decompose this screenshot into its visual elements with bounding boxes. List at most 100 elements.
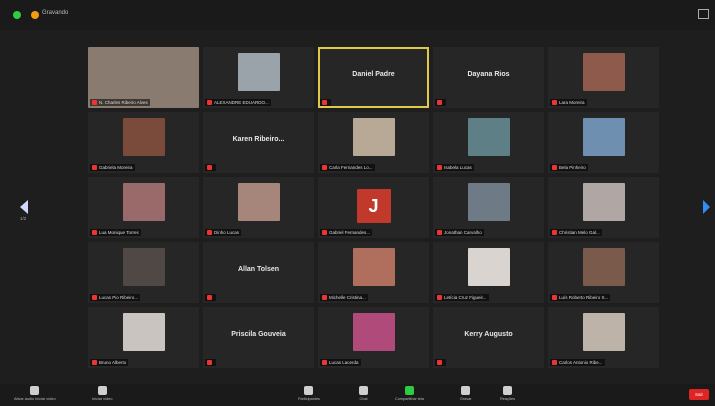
chat-button[interactable]: Chat [359,386,368,401]
participant-tile[interactable]: Dayana Rios [433,47,544,108]
participant-tile[interactable]: Michelle Cristina... [318,242,429,303]
participant-name-label [205,164,216,171]
participant-video [582,183,625,221]
mic-muted-icon [322,165,327,170]
participant-tile[interactable]: ALEXANDRE EDUARDO... [203,47,314,108]
participant-tile[interactable]: Gabriela Moreira [88,112,199,173]
participant-tile[interactable]: Carla Fernandes Lo... [318,112,429,173]
participant-grid: N. Charles Ribeiro Alves ALEXANDRE EDUARD… [88,47,659,368]
mic-muted-icon [207,360,212,365]
participant-tile[interactable]: Kerry Augusto [433,307,544,368]
participant-name-label: Bela Pinheiro [550,164,588,171]
participant-name-label: ALEXANDRE EDUARDO... [205,99,271,106]
mic-muted-icon [552,100,557,105]
participant-name-label: Lara Moreira [550,99,587,106]
participant-tile[interactable]: Lucas Pio Ribeiro... [88,242,199,303]
participant-tile[interactable]: Dinho Lucas [203,177,314,238]
participant-video [122,118,165,156]
participant-video [582,118,625,156]
participant-name: Lua Monique Torres [99,230,139,235]
next-page-button[interactable] [703,200,715,222]
reactions-icon [503,386,512,395]
participant-name: Jonathan Carvalho [444,230,482,235]
participant-video [467,118,510,156]
record-icon [461,386,471,395]
participant-tile[interactable]: Carlos Antonio Ribe... [548,307,659,368]
participant-name: Carla Fernandes Lo... [329,165,373,170]
participant-name: Michelle Cristina... [329,295,366,300]
participant-name-label: Carla Fernandes Lo... [320,164,375,171]
prev-page-button[interactable]: 1/2 [20,200,32,222]
mic-muted-icon [92,295,97,300]
participants-button[interactable]: Participantes [298,386,320,401]
reactions-label: Reações [500,397,515,401]
participant-tile[interactable]: Lua Monique Torres [88,177,199,238]
participant-name-label: Jonathan Carvalho [435,229,484,236]
camera-icon [97,386,107,395]
participant-tile[interactable]: Lara Moreira [548,47,659,108]
participant-tile[interactable]: J Gabriel Fernandes... [318,177,429,238]
mic-muted-icon [552,165,557,170]
mute-label: Ativar áudio Iniciar vídeo [14,397,56,401]
participants-icon [304,386,314,395]
participant-tile[interactable]: Bela Pinheiro [548,112,659,173]
participant-tile[interactable]: Bruno Alberto [88,307,199,368]
participant-name-label [205,294,216,301]
participant-name-label [205,359,216,366]
share-screen-icon [404,386,414,395]
participant-tile[interactable]: Christian Melo Gal... [548,177,659,238]
participant-video [352,248,395,286]
participant-display-name: Allan Tolsen [237,266,280,273]
participant-video [352,118,395,156]
participant-tile[interactable]: Luís Roberto Ribeiro S... [548,242,659,303]
recording-icon [31,11,39,19]
participant-display-name: Karen Ribeiro... [232,136,285,143]
mute-button[interactable]: Ativar áudio Iniciar vídeo [14,386,56,401]
window-title: Gravando [42,10,69,16]
participant-video [582,248,625,286]
participant-name: Letícia Cruz Figueir... [444,295,487,300]
participant-name-label [435,99,446,106]
end-meeting-button[interactable]: Sair [689,389,709,400]
participant-name: ALEXANDRE EDUARDO... [214,100,269,105]
participant-name-label: Bruno Alberto [90,359,129,366]
mic-muted-icon [552,360,557,365]
participant-video [237,183,280,221]
participant-tile[interactable]: Daniel Padre [318,47,429,108]
share-screen-button[interactable]: Compartilhar tela [395,386,424,401]
participant-tile[interactable]: Jonathan Carvalho [433,177,544,238]
mic-muted-icon [322,230,327,235]
participant-tile[interactable]: Letícia Cruz Figueir... [433,242,544,303]
mic-muted-icon [437,360,442,365]
share-screen-label: Compartilhar tela [395,397,424,401]
participant-name-label: Lua Monique Torres [90,229,141,236]
mic-muted-icon [92,165,97,170]
mic-muted-icon [437,230,442,235]
video-button[interactable]: Iniciar vídeo [92,386,112,401]
participant-name: Bruno Alberto [99,360,127,365]
video-label: Iniciar vídeo [92,397,113,401]
participant-tile[interactable]: Isabela Lucas [433,112,544,173]
participant-tile[interactable]: Allan Tolsen [203,242,314,303]
mic-muted-icon [437,165,442,170]
participant-tile[interactable]: Lucas Lacerda [318,307,429,368]
participant-tile[interactable]: Karen Ribeiro... [203,112,314,173]
participant-display-name: Daniel Padre [352,71,395,78]
participant-name: Luís Roberto Ribeiro S... [559,295,609,300]
chat-label: Chat [359,397,368,401]
mic-muted-icon [207,230,212,235]
view-icon[interactable] [698,9,709,19]
participant-video [582,313,625,351]
meeting-toolbar: Ativar áudio Iniciar vídeo Iniciar vídeo… [0,384,715,406]
record-button[interactable]: Gravar [460,386,472,401]
mic-muted-icon [207,100,212,105]
participant-tile[interactable]: N. Charles Ribeiro Alves [88,47,199,108]
participant-name-label: Lucas Lacerda [320,359,361,366]
participant-tile[interactable]: Priscila Gouveia [203,307,314,368]
participant-name-label: Dinho Lucas [205,229,242,236]
page-indicator-left: 1/2 [20,216,27,221]
participant-name: N. Charles Ribeiro Alves [99,100,148,105]
chevron-left-icon [20,200,28,214]
participant-name: Bela Pinheiro [559,165,586,170]
reactions-button[interactable]: Reações [500,386,515,401]
